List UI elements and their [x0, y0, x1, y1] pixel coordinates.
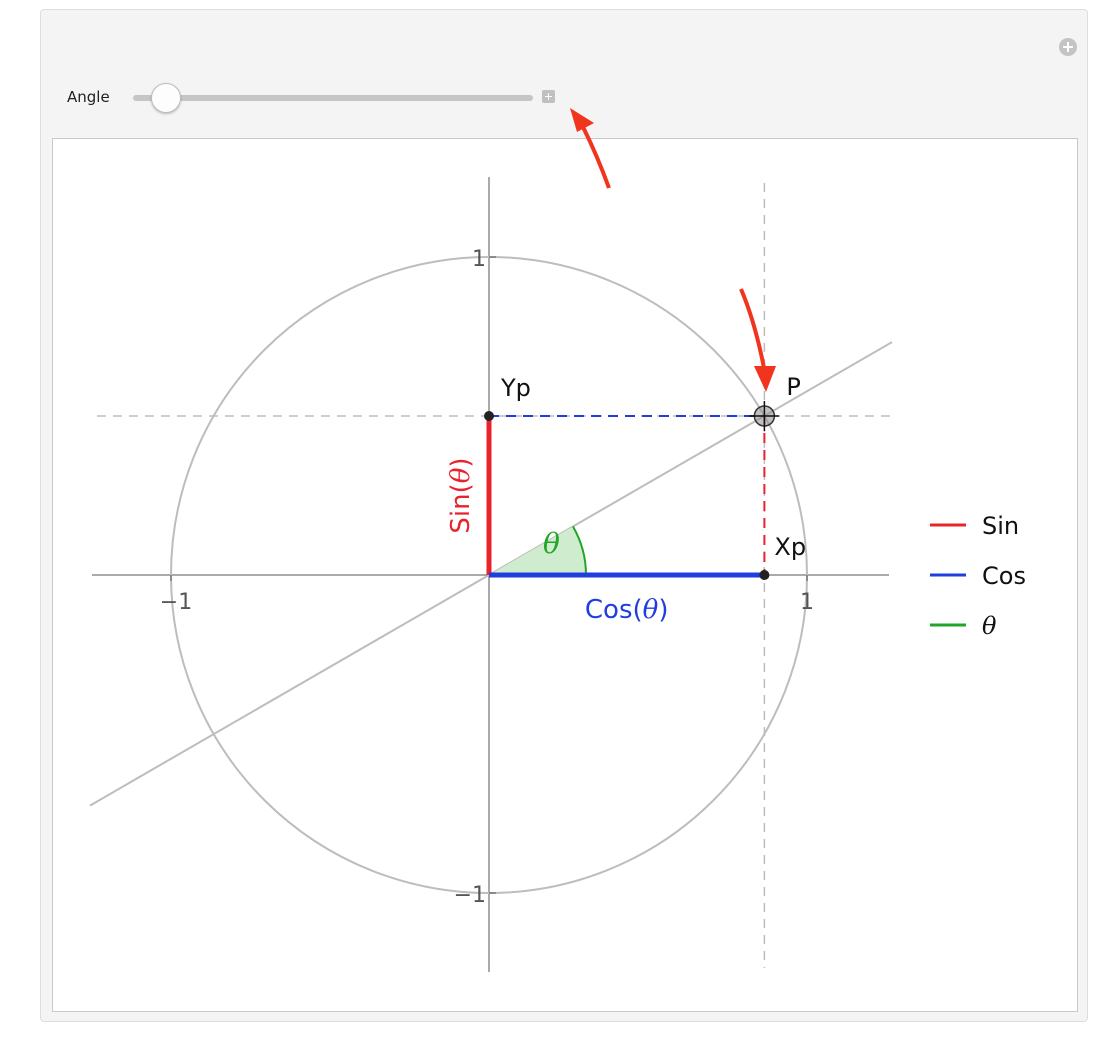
annotation-arrow-slider-head [570, 108, 594, 132]
sin-segment-label: Sin(θ) [446, 457, 476, 533]
unit-circle-plot: −1 1 1 −1 P Yp Xp θ Cos(θ) Sin(θ) Sin Co… [89, 108, 1026, 972]
y-tick-label-neg1: −1 [454, 883, 486, 908]
point-xp [759, 570, 770, 580]
cos-label-prefix: Cos( [585, 595, 643, 625]
legend: Sin Cos θ [930, 512, 1026, 640]
sin-label-prefix: Sin( [446, 483, 476, 533]
annotation-arrow-point-head [754, 366, 776, 392]
point-p-label: P [786, 373, 800, 401]
annotation-arrow-point [739, 288, 776, 392]
point-xp-label: Xp [774, 533, 806, 561]
y-tick-label-1: 1 [472, 247, 486, 272]
sin-label-theta: θ [446, 467, 476, 483]
annotation-arrow-slider [570, 108, 611, 189]
cos-label-close: ) [658, 595, 668, 625]
theta-sector [489, 526, 586, 575]
legend-label-sin: Sin [982, 512, 1019, 540]
annotation-arrow-point-shaft [739, 288, 766, 369]
x-tick-label-1: 1 [800, 590, 814, 615]
theta-label: θ [543, 527, 560, 560]
legend-label-cos: Cos [982, 562, 1026, 590]
point-yp-label: Yp [500, 374, 531, 402]
legend-label-theta: θ [982, 612, 997, 640]
annotation-arrow-slider-shaft [581, 126, 611, 189]
x-tick-label-neg1: −1 [160, 590, 192, 615]
point-p-locator[interactable] [749, 401, 780, 431]
cos-label-theta: θ [643, 595, 659, 625]
cos-segment-label: Cos(θ) [585, 595, 669, 625]
point-yp [484, 411, 494, 421]
sin-label-close: ) [446, 457, 476, 467]
